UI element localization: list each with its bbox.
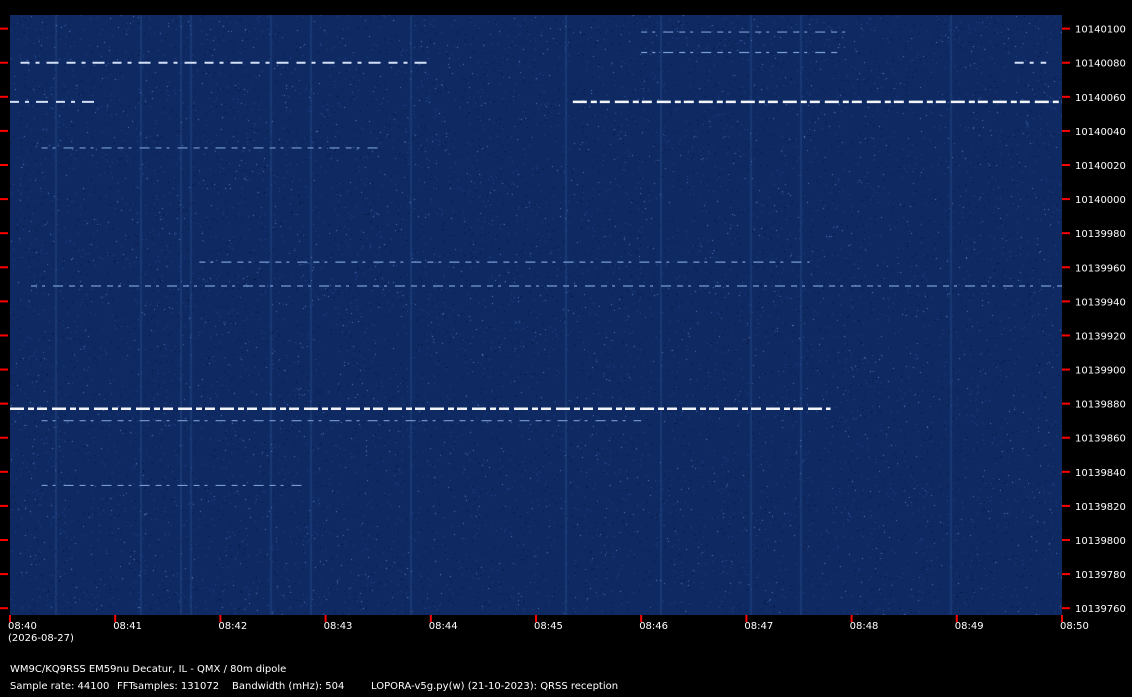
y-tick-label: 10139940: [1075, 297, 1126, 308]
y-tick-label: 10140080: [1075, 59, 1126, 70]
y-tick-label: 10140060: [1075, 93, 1126, 104]
software-info: LOPORA-v5g.py(w) (21-10-2023): QRSS rece…: [371, 681, 619, 692]
x-tick-label: 08:46: [639, 621, 668, 632]
y-tick-label: 10139800: [1075, 536, 1126, 547]
x-tick-label: 08:42: [218, 621, 247, 632]
axes-overlay: 10140100 10140080 10140060 10140040 10140020…: [0, 25, 1126, 644]
y-tick-label: 10139820: [1075, 502, 1126, 513]
y-tick-label: 10139980: [1075, 229, 1126, 240]
station-info: WM9C/KQ9RSS EM59nu Decatur, IL - QMX / 8…: [10, 664, 287, 675]
x-axis-date: (2026-08-27): [8, 633, 74, 644]
bandwidth-info: Bandwidth (mHz): 504: [232, 681, 345, 692]
y-tick-label: 10139920: [1075, 331, 1126, 342]
y-tick-label: 10140100: [1075, 25, 1126, 36]
y-tick-label: 10139780: [1075, 570, 1126, 581]
fft-samples-info: FFTsamples: 131072: [117, 681, 220, 692]
x-tick-label: 08:50: [1060, 621, 1089, 632]
y-tick-label: 10139760: [1075, 604, 1126, 615]
x-tick-label: 08:41: [113, 621, 142, 632]
x-tick-label: 08:43: [324, 621, 353, 632]
y-tick-label: 10139840: [1075, 468, 1126, 479]
x-tick-label: 08:48: [850, 621, 879, 632]
y-tick-label: 10139880: [1075, 400, 1126, 411]
y-tick-label: 10139860: [1075, 434, 1126, 445]
x-tick-label: 08:47: [744, 621, 773, 632]
x-tick-label: 08:40: [8, 621, 37, 632]
sample-rate-info: Sample rate: 44100: [10, 681, 110, 692]
y-tick-label: 10139900: [1075, 366, 1126, 377]
x-tick-label: 08:45: [534, 621, 563, 632]
y-tick-label: 10140000: [1075, 195, 1126, 206]
y-tick-label: 10140040: [1075, 127, 1126, 138]
y-tick-label: 10139960: [1075, 263, 1126, 274]
x-tick-label: 08:49: [955, 621, 984, 632]
y-tick-label: 10140020: [1075, 161, 1126, 172]
x-tick-label: 08:44: [429, 621, 458, 632]
